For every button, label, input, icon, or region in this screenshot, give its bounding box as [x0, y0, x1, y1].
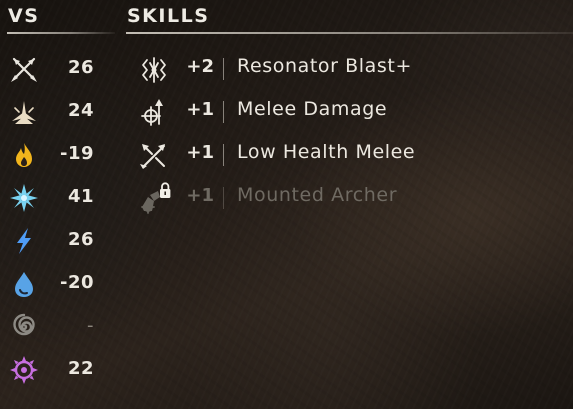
- skills-header-divider: [126, 32, 573, 34]
- skill-bonus: +1: [186, 142, 214, 163]
- vs-row-frost: 41: [0, 177, 115, 220]
- skill-bonus: +2: [186, 56, 214, 77]
- vs-value: 26: [67, 229, 94, 250]
- skill-divider: [223, 187, 224, 209]
- frost-snowflake-icon: [10, 184, 38, 212]
- melee-crossed-spears-icon: [11, 57, 37, 82]
- vs-row-purgewater: 22: [0, 349, 115, 392]
- vs-value: 22: [67, 358, 94, 379]
- skill-divider: [223, 144, 224, 166]
- melee-damage-icon: [141, 99, 163, 126]
- resonator-blast-icon: [142, 57, 166, 83]
- vs-header-divider: [7, 32, 115, 34]
- vs-value: -: [87, 315, 94, 336]
- acid-spiral-icon: [13, 313, 35, 336]
- vs-row-impact: 24: [0, 91, 115, 134]
- skills-header: SKILLS: [127, 5, 210, 27]
- vs-row-fire: -19: [0, 134, 115, 177]
- skill-bonus: +1: [186, 185, 214, 206]
- vs-row-acid: -: [0, 306, 115, 349]
- skill-name: Resonator Blast+: [237, 55, 412, 77]
- vs-value: 26: [67, 57, 94, 78]
- water-drop-icon: [15, 272, 33, 297]
- mounted-archer-icon: [141, 182, 171, 214]
- impact-burst-icon: [12, 101, 36, 124]
- vs-row-melee: 26: [0, 48, 115, 91]
- low-health-melee-icon: [140, 144, 165, 169]
- skill-row-resonator-blast: +2 Resonator Blast+: [130, 48, 570, 91]
- vs-value: 41: [67, 186, 94, 207]
- shock-lightning-icon: [17, 228, 31, 254]
- vs-row-shock: 26: [0, 220, 115, 263]
- skill-divider: [223, 101, 224, 123]
- padlock-icon: [160, 182, 171, 198]
- skill-bonus: +1: [186, 99, 214, 120]
- skill-name: Mounted Archer: [237, 184, 398, 206]
- purgewater-sun-icon: [10, 356, 38, 384]
- skill-name: Low Health Melee: [237, 141, 416, 163]
- skill-divider: [223, 58, 224, 80]
- fire-icon: [16, 143, 32, 167]
- skill-name: Melee Damage: [237, 98, 388, 120]
- vs-row-water: -20: [0, 263, 115, 306]
- vs-header: VS: [8, 5, 40, 27]
- skill-row-low-health-melee: +1 Low Health Melee: [130, 134, 570, 177]
- skill-row-melee-damage: +1 Melee Damage: [130, 91, 570, 134]
- vs-value: -20: [59, 272, 94, 293]
- skill-row-mounted-archer: +1 Mounted Archer: [130, 177, 570, 220]
- vs-value: 24: [67, 100, 94, 121]
- vs-value: -19: [59, 143, 94, 164]
